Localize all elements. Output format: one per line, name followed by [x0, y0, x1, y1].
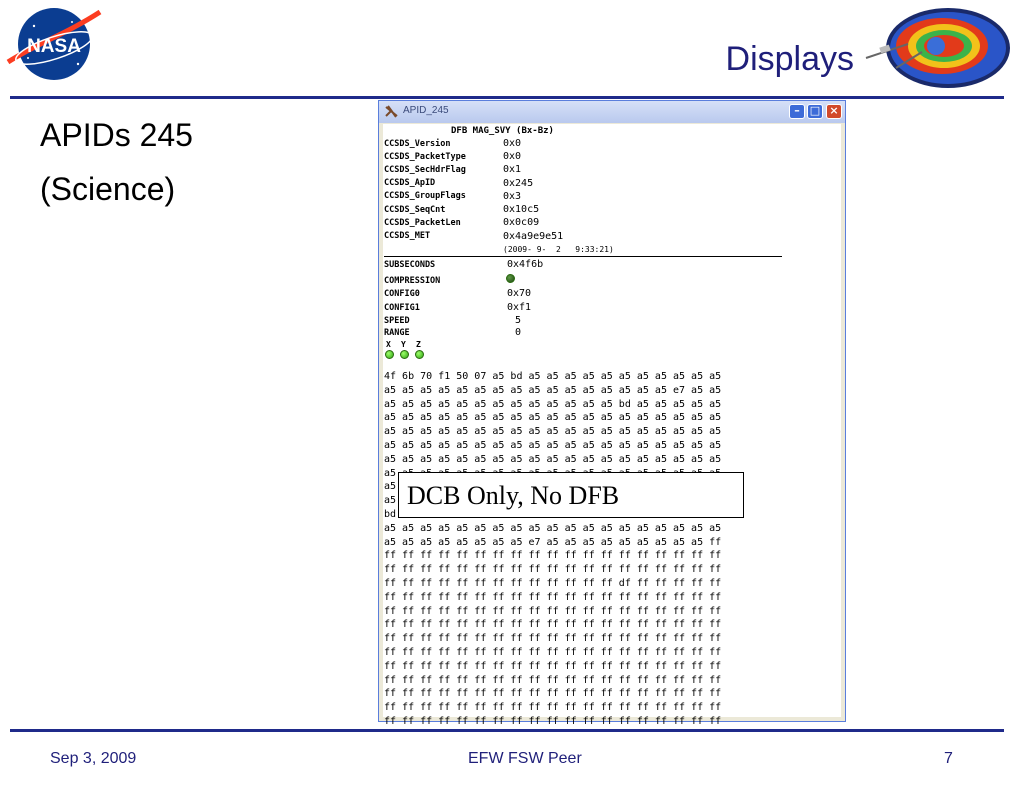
- title-rule: [10, 96, 1004, 99]
- footer-date: Sep 3, 2009: [50, 750, 137, 767]
- minimize-button[interactable]: –: [789, 104, 805, 119]
- field-label: CCSDS_Version: [384, 139, 451, 149]
- axis-x-label: X: [386, 340, 391, 349]
- separator-line: [384, 256, 782, 257]
- window-titlebar[interactable]: APID_245 – □ ×: [379, 101, 845, 123]
- field-label: CCSDS_PacketLen: [384, 218, 461, 228]
- maximize-button[interactable]: □: [807, 104, 823, 119]
- config1-value: 0xf1: [507, 302, 532, 313]
- field-value: 0x3: [503, 191, 522, 202]
- field-value: 0x0: [503, 151, 522, 162]
- bullet-item: (Science): [40, 171, 176, 207]
- field-value: 0x10c5: [503, 204, 540, 215]
- compression-indicator: [506, 274, 515, 283]
- slide-title: Displays: [725, 40, 854, 78]
- speed-value: 5: [515, 315, 522, 326]
- footer-page-number: 7: [944, 750, 953, 767]
- nasa-logo: NASA: [6, 8, 102, 80]
- field-label: CCSDS_SeqCnt: [384, 205, 446, 215]
- axis-z-indicator: [415, 350, 424, 359]
- config1-label: CONFIG1: [384, 303, 420, 313]
- field-value: 0x0c09: [503, 217, 540, 228]
- bullet-item: APIDs 245: [40, 117, 193, 153]
- field-value: 0x4a9e9e51: [503, 231, 564, 242]
- subseconds-value: 0x4f6b: [507, 259, 544, 270]
- field-label: CCSDS_ApID: [384, 178, 436, 188]
- bullet-list: APIDs 245 (Science): [40, 108, 193, 216]
- orbit-illustration: [865, 8, 1010, 88]
- apid-window: APID_245 – □ × DFB MAG_SVY (Bx-Bz) CCSDS…: [378, 100, 846, 727]
- met-timestamp: (2009- 9- 2 9:33:21): [503, 245, 614, 254]
- field-value: 0x245: [503, 178, 534, 189]
- nasa-logo-text: NASA: [27, 36, 81, 57]
- footer-title: EFW FSW Peer: [468, 750, 582, 767]
- app-icon: [385, 105, 398, 118]
- maximize-icon: □: [809, 104, 821, 117]
- field-label: CCSDS_SecHdrFlag: [384, 165, 466, 175]
- axis-z-label: Z: [416, 340, 421, 349]
- compression-label: COMPRESSION: [384, 276, 441, 286]
- field-label: CCSDS_PacketType: [384, 152, 466, 162]
- config0-value: 0x70: [507, 288, 532, 299]
- subseconds-label: SUBSECONDS: [384, 260, 436, 270]
- minimize-icon: –: [794, 104, 800, 117]
- hex-dump: 4f 6b 70 f1 50 07 a5 bd a5 a5 a5 a5 a5 a…: [384, 371, 722, 727]
- axis-x-indicator: [385, 350, 394, 359]
- range-value: 0: [515, 327, 522, 338]
- field-value: 0x0: [503, 138, 522, 149]
- speed-label: SPEED: [384, 316, 410, 326]
- axis-y-indicator: [400, 350, 409, 359]
- config0-label: CONFIG0: [384, 289, 420, 299]
- footer-rule: [10, 729, 1004, 732]
- callout-box: DCB Only, No DFB: [398, 472, 744, 518]
- axis-y-label: Y: [401, 340, 406, 349]
- range-label: RANGE: [384, 328, 410, 338]
- close-button[interactable]: ×: [826, 104, 842, 119]
- field-label: CCSDS_GroupFlags: [384, 191, 466, 201]
- close-icon: ×: [829, 104, 839, 117]
- field-value: 0x1: [503, 164, 522, 175]
- window-title: APID_245: [403, 105, 449, 116]
- window-client: DFB MAG_SVY (Bx-Bz) CCSDS_Version 0x0 CC…: [383, 124, 841, 727]
- packet-header: DFB MAG_SVY (Bx-Bz): [451, 126, 554, 136]
- field-label: CCSDS_MET: [384, 231, 431, 241]
